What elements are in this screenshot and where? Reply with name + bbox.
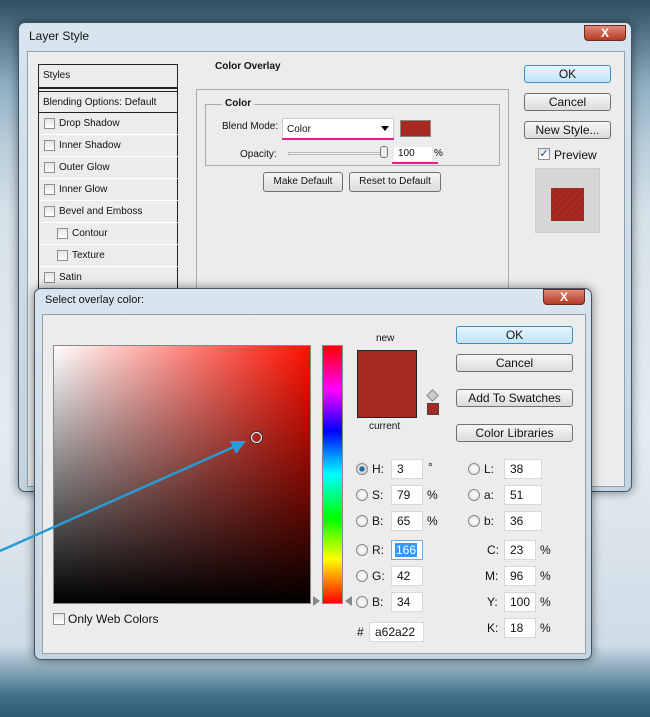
arrow-line <box>0 444 237 553</box>
annotation-arrow <box>0 441 246 553</box>
